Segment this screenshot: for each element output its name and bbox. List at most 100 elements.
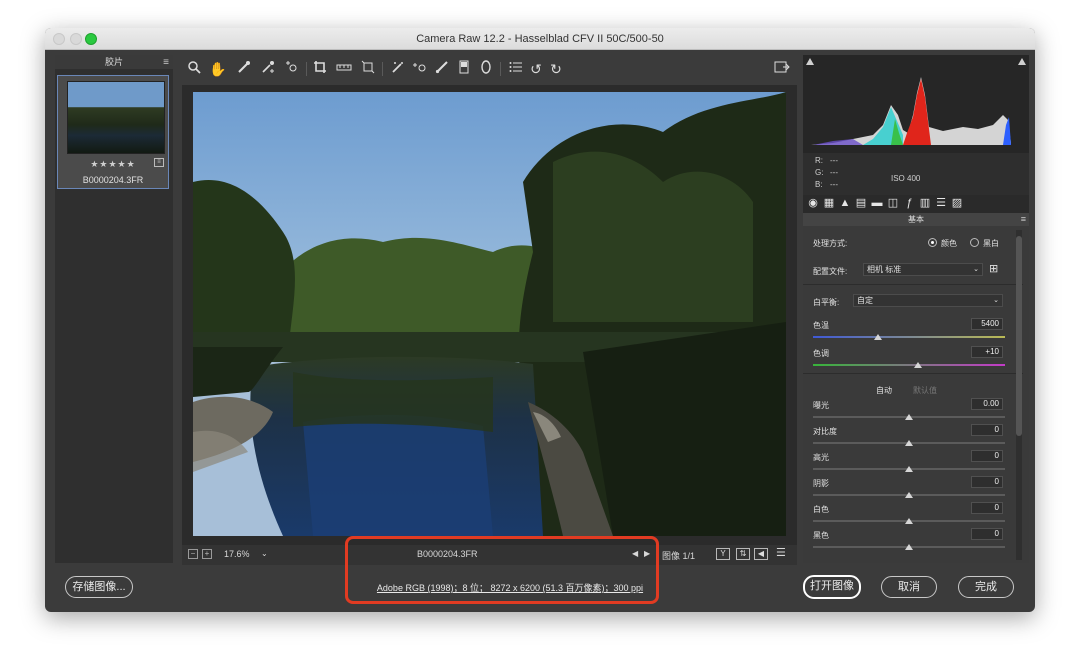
tab-detail-icon[interactable]: ▲ xyxy=(839,197,851,210)
spot-removal-icon[interactable] xyxy=(388,59,408,79)
camera-raw-window: Camera Raw 12.2 - Hasselblad CFV II 50C/… xyxy=(45,28,1035,612)
white-balance-select[interactable]: 自定 ⌄ xyxy=(853,294,1003,307)
preview-preferences-icon[interactable]: ☰ xyxy=(776,546,786,559)
straighten-icon[interactable] xyxy=(334,59,354,79)
adjustments-panel: R: --- G: --- B: --- ISO 400 ◉ ▦ ▲ ▤ ▬ ◫… xyxy=(803,55,1029,563)
contrast-label: 对比度 xyxy=(813,427,837,436)
rotate-left-icon[interactable]: ↺ xyxy=(526,59,546,79)
adjusted-badge-icon: ≡ xyxy=(154,158,164,167)
section-divider xyxy=(803,373,1023,374)
tab-hsl-icon[interactable]: ▤ xyxy=(855,197,867,210)
photo-preview[interactable] xyxy=(193,92,786,536)
wb-value: 自定 xyxy=(857,296,873,305)
rotate-right-icon[interactable]: ↻ xyxy=(546,59,566,79)
profile-label: 配置文件: xyxy=(813,267,848,276)
tab-basic-icon[interactable]: ◉ xyxy=(807,197,819,210)
hand-icon[interactable]: ✋ xyxy=(208,59,228,79)
chevron-down-icon: ⌄ xyxy=(993,297,999,304)
rgb-readout: R: --- G: --- B: --- ISO 400 xyxy=(803,153,1029,195)
filmstrip-menu-icon[interactable]: ≡ xyxy=(163,56,169,70)
temperature-value[interactable]: 5400 xyxy=(971,318,1003,330)
tab-tone-curve-icon[interactable]: ▦ xyxy=(823,197,835,210)
done-button[interactable]: 完成 xyxy=(958,576,1014,598)
shadows-slider-thumb[interactable] xyxy=(905,492,913,498)
thumbnail-filename: B0000204.3FR xyxy=(82,175,144,185)
temperature-slider-track[interactable] xyxy=(813,336,1005,338)
contrast-slider-thumb[interactable] xyxy=(905,440,913,446)
zoom-in-button[interactable]: + xyxy=(202,549,212,559)
tint-slider-track[interactable] xyxy=(813,364,1005,366)
tool-bar: ✋ ↺ ↻ xyxy=(182,57,797,83)
compare-yy-icon[interactable]: Y xyxy=(716,548,730,560)
g-value: --- xyxy=(830,168,838,177)
tab-calibration-icon[interactable]: ▥ xyxy=(919,197,931,210)
temperature-slider-thumb[interactable] xyxy=(874,334,882,340)
targeted-adjustment-icon[interactable] xyxy=(282,59,302,79)
open-image-button[interactable]: 打开图像 xyxy=(803,575,861,599)
panel-menu-icon[interactable]: ≡ xyxy=(1021,213,1026,226)
shadows-label: 阴影 xyxy=(813,479,829,488)
color-sampler-icon[interactable] xyxy=(258,59,278,79)
blacks-label: 黑色 xyxy=(813,531,829,540)
exposure-label: 曝光 xyxy=(813,401,829,410)
tab-split-toning-icon[interactable]: ▬ xyxy=(871,197,883,210)
tint-value[interactable]: +10 xyxy=(971,346,1003,358)
title-bar: Camera Raw 12.2 - Hasselblad CFV II 50C/… xyxy=(45,28,1035,50)
copy-settings-icon[interactable]: ◀ xyxy=(754,548,768,560)
tab-effects-icon[interactable]: ƒ xyxy=(903,197,915,210)
chevron-down-icon: ⌄ xyxy=(973,266,979,273)
transform-icon[interactable] xyxy=(358,59,378,79)
treatment-color-radio[interactable] xyxy=(928,238,937,247)
profile-select[interactable]: 相机 标准 ⌄ xyxy=(863,263,983,276)
tint-slider-thumb[interactable] xyxy=(914,362,922,368)
filmstrip-thumbnail[interactable]: ★★★★★ ≡ B0000204.3FR xyxy=(57,75,169,189)
blacks-value[interactable]: 0 xyxy=(971,528,1003,540)
whites-value[interactable]: 0 xyxy=(971,502,1003,514)
default-button[interactable]: 默认值 xyxy=(913,385,937,396)
shadows-value[interactable]: 0 xyxy=(971,476,1003,488)
contrast-value[interactable]: 0 xyxy=(971,424,1003,436)
red-eye-icon[interactable] xyxy=(410,59,430,79)
panel-scrollbar[interactable] xyxy=(1016,230,1022,560)
minimize-window-button[interactable] xyxy=(70,33,82,45)
section-title: 基本 xyxy=(908,215,924,224)
panel-scroll-thumb[interactable] xyxy=(1016,236,1022,436)
fullscreen-icon[interactable] xyxy=(772,59,792,79)
zoom-window-button[interactable] xyxy=(85,33,97,45)
blacks-slider-thumb[interactable] xyxy=(905,544,913,550)
tab-presets-icon[interactable]: ☰ xyxy=(935,197,947,210)
radial-filter-icon[interactable] xyxy=(476,59,496,79)
exposure-value[interactable]: 0.00 xyxy=(971,398,1003,410)
auto-button[interactable]: 自动 xyxy=(876,385,892,396)
thumbnail-image xyxy=(67,81,165,154)
histogram xyxy=(803,55,1029,153)
r-value: --- xyxy=(830,156,838,165)
highlights-label: 高光 xyxy=(813,453,829,462)
swap-settings-icon[interactable]: ⇅ xyxy=(736,548,750,560)
whites-slider-thumb[interactable] xyxy=(905,518,913,524)
cancel-button[interactable]: 取消 xyxy=(881,576,937,598)
r-label: R: xyxy=(815,156,823,165)
close-window-button[interactable] xyxy=(53,33,65,45)
highlights-slider-thumb[interactable] xyxy=(905,466,913,472)
white-balance-icon[interactable] xyxy=(234,59,254,79)
filmstrip-title: 胶片 xyxy=(104,57,123,67)
graduated-filter-icon[interactable] xyxy=(454,59,474,79)
exposure-slider-thumb[interactable] xyxy=(905,414,913,420)
zoom-icon[interactable] xyxy=(184,59,204,79)
adjustment-brush-icon[interactable] xyxy=(432,59,452,79)
crop-icon[interactable] xyxy=(310,59,330,79)
zoom-out-button[interactable]: − xyxy=(188,549,198,559)
zoom-dropdown-icon[interactable]: ⌄ xyxy=(261,549,268,558)
rating-stars[interactable]: ★★★★★ xyxy=(58,159,168,170)
presets-list-icon[interactable] xyxy=(506,59,526,79)
treatment-color-label: 颜色 xyxy=(941,239,957,248)
save-image-button[interactable]: 存储图像... xyxy=(65,576,133,598)
treatment-bw-radio[interactable] xyxy=(970,238,979,247)
profile-browser-icon[interactable]: ⊞ xyxy=(989,262,998,275)
tab-snapshots-icon[interactable]: ▨ xyxy=(951,197,963,210)
highlights-value[interactable]: 0 xyxy=(971,450,1003,462)
zoom-level[interactable]: 17.6% xyxy=(224,549,250,559)
tab-lens-icon[interactable]: ◫ xyxy=(887,197,899,210)
image-preview-area xyxy=(182,85,797,545)
